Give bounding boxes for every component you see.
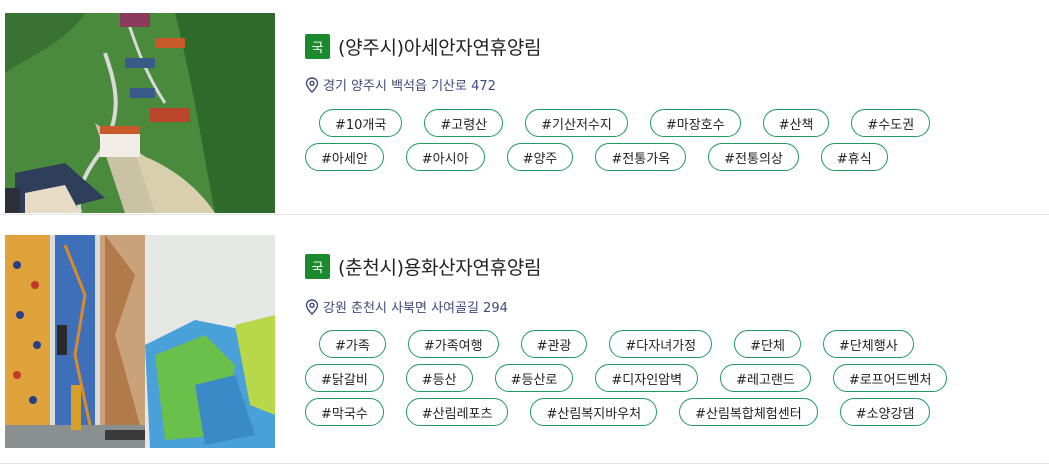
forest-thumbnail[interactable] — [5, 235, 275, 448]
tag[interactable]: #소양강댐 — [839, 398, 931, 426]
tag[interactable]: #가족여행 — [407, 330, 499, 358]
tag[interactable]: #산림레포츠 — [405, 398, 509, 426]
tag[interactable]: #레고랜드 — [720, 364, 811, 392]
national-badge: 국 — [305, 254, 330, 279]
tag[interactable]: #막국수 — [305, 398, 384, 426]
tag[interactable]: #아시아 — [405, 143, 485, 171]
tag[interactable]: #관광 — [520, 330, 588, 358]
address-row: 경기 양주시 백석읍 기산로 472 — [305, 75, 496, 94]
tag[interactable]: #로프어드벤처 — [832, 364, 948, 392]
tag[interactable]: #고령산 — [424, 109, 504, 137]
tag[interactable]: #등산 — [405, 364, 473, 392]
tag[interactable]: #산림복지바우처 — [530, 398, 658, 426]
tag-list: #10개국 #고령산 #기산저수지 #마장호수 #산책 #수도권 #아세안 #아… — [305, 109, 985, 177]
tag[interactable]: #단체 — [734, 330, 801, 358]
tag[interactable]: #아세안 — [305, 143, 384, 171]
tag[interactable]: #닭갈비 — [305, 364, 384, 392]
tag[interactable]: #단체행사 — [822, 330, 914, 358]
tag[interactable]: #디자인암벽 — [595, 364, 699, 392]
tag[interactable]: #전통가옥 — [595, 143, 687, 171]
forest-thumbnail[interactable] — [5, 13, 275, 213]
tag[interactable]: #10개국 — [319, 109, 403, 137]
tag[interactable]: #가족 — [319, 330, 386, 358]
forest-listing-item: 국 (춘천시)용화산자연휴양림 강원 춘천시 사북면 사여골길 294 #가족 … — [0, 214, 1049, 464]
title-row: 국 (양주시)아세안자연휴양림 — [305, 33, 542, 60]
tag[interactable]: #수도권 — [851, 109, 931, 137]
tag[interactable]: #산림복합체험센터 — [679, 398, 818, 426]
address-text: 경기 양주시 백석읍 기산로 472 — [323, 79, 496, 94]
tag[interactable]: #산책 — [762, 109, 830, 137]
tag[interactable]: #휴식 — [820, 143, 888, 171]
national-badge: 국 — [305, 34, 330, 59]
tag[interactable]: #다자녀가정 — [609, 330, 713, 358]
tag[interactable]: #마장호수 — [649, 109, 741, 137]
address-row: 강원 춘천시 사북면 사여골길 294 — [305, 297, 508, 316]
title-row: 국 (춘천시)용화산자연휴양림 — [305, 253, 542, 280]
forest-listing-item: 국 (양주시)아세안자연휴양림 경기 양주시 백석읍 기산로 472 #10개국… — [0, 0, 1049, 215]
location-pin-icon — [305, 298, 319, 315]
forest-title[interactable]: (양주시)아세안자연휴양림 — [338, 33, 542, 60]
location-pin-icon — [305, 76, 319, 93]
address-text: 강원 춘천시 사북면 사여골길 294 — [323, 301, 508, 316]
tag[interactable]: #기산저수지 — [525, 109, 628, 137]
tag[interactable]: #등산로 — [494, 364, 574, 392]
tag-list: #가족 #가족여행 #관광 #다자녀가정 #단체 #단체행사 #닭갈비 #등산 … — [305, 330, 985, 432]
forest-title[interactable]: (춘천시)용화산자연휴양림 — [338, 253, 542, 280]
tag[interactable]: #전통의상 — [708, 143, 799, 171]
tag[interactable]: #양주 — [506, 143, 574, 171]
